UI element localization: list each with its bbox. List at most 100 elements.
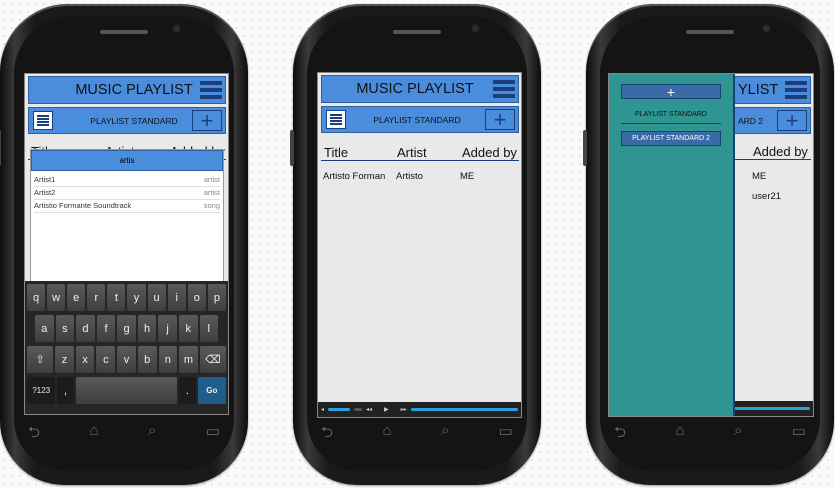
progress-bar[interactable]: [410, 408, 518, 411]
drawer-item-standard[interactable]: PLAYLIST STANDARD: [621, 106, 721, 124]
playlist-name-partial[interactable]: ARD 2: [738, 116, 763, 126]
phone-2: MUSIC PLAYLIST PLAYLIST STANDARD + Title…: [290, 4, 541, 485]
space-key[interactable]: [75, 377, 178, 404]
camera: [762, 24, 771, 33]
camera: [471, 24, 480, 33]
search-icon[interactable]: ⌕: [441, 422, 449, 447]
plus-icon[interactable]: +: [485, 108, 515, 130]
volume-slider[interactable]: [328, 408, 351, 411]
plus-icon[interactable]: +: [192, 109, 222, 131]
key-n[interactable]: n: [158, 346, 178, 373]
key-r[interactable]: r: [87, 284, 106, 311]
keyboard-row-3: ⇧ z x c v b n m ⌫: [27, 346, 226, 373]
volume-key[interactable]: [0, 130, 1, 166]
hamburger-icon[interactable]: [785, 81, 807, 99]
app-title: MUSIC PLAYLIST: [356, 81, 474, 97]
key-h[interactable]: h: [137, 315, 157, 342]
key-x[interactable]: x: [75, 346, 95, 373]
key-i[interactable]: i: [167, 284, 186, 311]
hamburger-icon[interactable]: [200, 81, 222, 99]
go-key[interactable]: Go: [197, 377, 226, 404]
key-j[interactable]: j: [158, 315, 177, 342]
volume-key[interactable]: [583, 130, 587, 166]
recent-apps-icon[interactable]: ▭: [792, 422, 806, 447]
song-added-by: user21: [752, 191, 782, 202]
play-icon[interactable]: ▶: [384, 406, 389, 413]
search-result[interactable]: Artistio Formante Soundtrack song: [34, 201, 220, 213]
backspace-icon[interactable]: ⌫: [199, 346, 226, 373]
playlist-drawer: + PLAYLIST STANDARD PLAYLIST STANDARD 2: [609, 74, 735, 416]
next-icon[interactable]: ▸▸: [401, 406, 407, 413]
back-icon[interactable]: ⮌: [321, 422, 333, 447]
keyboard-row-2: a s d f g h j k l: [27, 315, 226, 342]
back-icon[interactable]: ⮌: [28, 422, 40, 447]
key-e[interactable]: e: [67, 284, 86, 311]
nav-bar: ⮌ ⌂ ⌕ ▭: [28, 422, 220, 447]
key-b[interactable]: b: [137, 346, 157, 373]
app-header: MUSIC PLAYLIST: [321, 75, 519, 103]
screen-search: MUSIC PLAYLIST PLAYLIST STANDARD + Title…: [24, 73, 229, 415]
key-q[interactable]: q: [27, 284, 46, 311]
speaker: [100, 30, 148, 34]
song-added-by: ME: [752, 171, 767, 182]
key-z[interactable]: z: [55, 346, 74, 373]
key-p[interactable]: p: [207, 284, 226, 311]
recent-apps-icon[interactable]: ▭: [206, 422, 220, 447]
drawer-item-standard-2[interactable]: PLAYLIST STANDARD 2: [621, 131, 721, 146]
key-o[interactable]: o: [187, 284, 206, 311]
playlist-bar: PLAYLIST STANDARD +: [28, 107, 226, 134]
playlist-name[interactable]: PLAYLIST STANDARD: [90, 116, 177, 126]
playlist-name[interactable]: PLAYLIST STANDARD: [373, 115, 460, 125]
recent-apps-icon[interactable]: ▭: [499, 422, 513, 447]
volume-icon[interactable]: ◂: [321, 406, 324, 413]
song-artist: Artisto: [396, 171, 423, 182]
key-u[interactable]: u: [147, 284, 166, 311]
shift-icon[interactable]: ⇧: [27, 346, 54, 373]
screen-playlist: MUSIC PLAYLIST PLAYLIST STANDARD + Title…: [317, 72, 522, 418]
list-icon[interactable]: [33, 111, 53, 130]
search-input[interactable]: artis: [31, 150, 223, 171]
prev-icon[interactable]: ◂◂: [366, 406, 372, 413]
app-header: MUSIC PLAYLIST: [28, 76, 226, 104]
search-icon[interactable]: ⌕: [148, 422, 156, 447]
search-result[interactable]: Artist2 artist: [34, 188, 220, 200]
volume-key[interactable]: [290, 130, 294, 166]
back-icon[interactable]: ⮌: [614, 422, 626, 447]
col-artist: Artist: [397, 145, 427, 160]
added-by-row[interactable]: user21: [752, 191, 781, 202]
nav-bar: ⮌ ⌂ ⌕ ▭: [614, 422, 806, 447]
speaker: [393, 30, 441, 34]
home-icon[interactable]: ⌂: [675, 422, 684, 447]
key-g[interactable]: g: [117, 315, 136, 342]
home-icon[interactable]: ⌂: [382, 422, 391, 447]
add-playlist-button[interactable]: +: [621, 84, 721, 100]
hamburger-icon[interactable]: [493, 80, 515, 98]
key-c[interactable]: c: [96, 346, 116, 373]
phone-3: YLIST ARD 2 + Added by ME user21 ◂ ◂◂ ▶ …: [583, 4, 834, 485]
key-m[interactable]: m: [179, 346, 198, 373]
search-result[interactable]: Artist1 artist: [34, 175, 220, 187]
playlist-row[interactable]: Artisto Forman Artisto ME: [323, 171, 519, 183]
list-icon[interactable]: [326, 110, 346, 129]
column-headers: Title Artist Added by: [321, 145, 519, 161]
key-k[interactable]: k: [178, 315, 198, 342]
symbols-key[interactable]: ?123: [27, 377, 56, 404]
added-by-row[interactable]: ME: [752, 171, 766, 182]
search-icon[interactable]: ⌕: [734, 422, 742, 447]
divider: [354, 408, 363, 411]
key-l[interactable]: l: [199, 315, 219, 342]
key-v[interactable]: v: [117, 346, 136, 373]
plus-icon[interactable]: +: [777, 109, 807, 131]
col-added-by: Added by: [753, 144, 808, 159]
app-title: MUSIC PLAYLIST: [75, 82, 193, 98]
key-a[interactable]: a: [35, 315, 54, 342]
comma-key[interactable]: ,: [57, 377, 74, 404]
key-f[interactable]: f: [96, 315, 116, 342]
key-w[interactable]: w: [47, 284, 66, 311]
key-s[interactable]: s: [55, 315, 75, 342]
key-y[interactable]: y: [127, 284, 146, 311]
key-d[interactable]: d: [76, 315, 95, 342]
home-icon[interactable]: ⌂: [89, 422, 98, 447]
key-t[interactable]: t: [107, 284, 126, 311]
period-key[interactable]: .: [179, 377, 196, 404]
